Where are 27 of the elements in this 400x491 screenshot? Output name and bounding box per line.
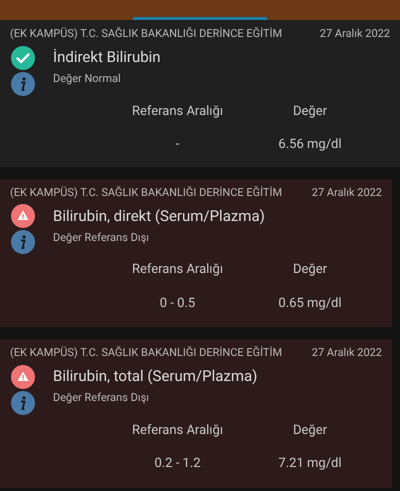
test-name: İndirekt Bilirubin [53,47,161,68]
info-icon [11,230,35,254]
result-value: 0.65 mg/dl [277,294,343,312]
column-header: Değer [292,102,328,120]
result-date: 27 Aralık 2022 [312,184,382,200]
result-value: 7.21 mg/dl [277,455,343,473]
result-date: 27 Aralık 2022 [320,26,390,42]
result-value: 6.56 mg/dl [277,136,343,154]
reference-range: 0 - 0.5 [158,294,196,312]
test-name: Bilirubin, direkt (Serum/Plazma) [53,206,265,227]
reference-range: - [174,136,180,154]
column-header: Referans Aralığı [130,261,224,279]
info-icon [11,390,35,414]
result-note: Değer Normal [53,71,121,88]
test-name: Bilirubin, total (Serum/Plazma) [53,366,258,388]
institution-name: (EK KAMPÜS) T.C. SAĞLIK BAKANLIĞI DERİNCE EĞİTİM [10,184,282,200]
column-header: Referans Aralığı [130,422,224,440]
column-header: Referans Aralığı [130,102,224,120]
column-header: Değer [292,261,328,279]
result-date: 27 Aralık 2022 [312,345,382,361]
info-icon [11,72,35,96]
result-note: Değer Referans Dışı [53,230,149,246]
institution-name: (EK KAMPÜS) T.C. SAĞLIK BAKANLIĞI DERİNCE EĞİTİM [10,26,282,42]
reference-range: 0.2 - 1.2 [153,455,202,473]
institution-name: (EK KAMPÜS) T.C. SAĞLIK BAKANLIĞI DERİNCE EĞİTİM [10,345,282,361]
result-note: Değer Referans Dışı [53,390,149,406]
column-header: Değer [292,422,328,440]
